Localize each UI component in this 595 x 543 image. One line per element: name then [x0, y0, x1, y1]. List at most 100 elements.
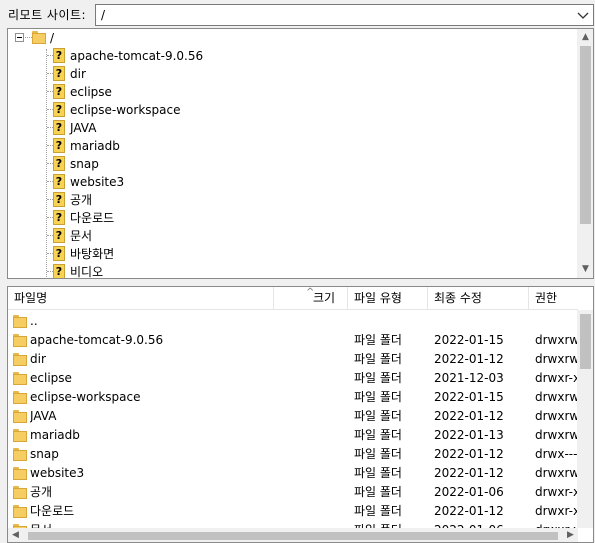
file-row[interactable]: JAVA 파일 폴더 2022-01-12 drwxrwx	[8, 407, 578, 426]
scroll-thumb[interactable]	[580, 46, 591, 224]
tree-item-label[interactable]: eclipse-workspace	[70, 101, 180, 119]
file-row[interactable]: 다운로드 파일 폴더 2022-01-12 drwxr-x	[8, 502, 578, 521]
remote-path-value[interactable]: /	[101, 5, 105, 25]
scroll-thumb[interactable]	[580, 314, 591, 369]
file-permissions: drwxr-x	[535, 504, 577, 518]
column-header-filename[interactable]: 파일명	[8, 287, 273, 310]
file-row[interactable]: eclipse 파일 폴더 2021-12-03 drwxr-x	[8, 369, 578, 388]
tree-item[interactable]: ? website3	[8, 173, 578, 191]
unknown-status-icon: ?	[53, 120, 65, 135]
file-name: dir	[30, 352, 46, 366]
file-permissions: drwx---	[535, 447, 577, 461]
tree-item-label[interactable]: JAVA	[70, 119, 96, 137]
folder-icon	[32, 31, 46, 44]
file-permissions: drwxrwx	[535, 390, 577, 404]
file-type: 파일 폴더	[354, 428, 402, 442]
file-row[interactable]: snap 파일 폴더 2022-01-12 drwx---	[8, 445, 578, 464]
tree-item-label[interactable]: dir	[70, 65, 86, 83]
list-horizontal-scrollbar[interactable]: ◀ ▶	[8, 528, 578, 542]
tree-item[interactable]: ? snap	[8, 155, 578, 173]
tree-item-label[interactable]: snap	[70, 155, 99, 173]
folder-icon	[13, 353, 27, 366]
tree-item[interactable]: ? eclipse-workspace	[8, 101, 578, 119]
file-permissions: drwxr-x	[535, 371, 577, 385]
tree-item-label[interactable]: 다운로드	[70, 209, 114, 227]
file-modified: 2022-01-12	[434, 447, 504, 461]
remote-file-list[interactable]: 파일명 ^ 크기 파일 유형 최종 수정 권한 .. apache-tomcat…	[7, 286, 594, 543]
tree-item-label[interactable]: 바탕화면	[70, 245, 114, 263]
list-vertical-scrollbar[interactable]	[577, 310, 593, 528]
folder-icon	[13, 429, 27, 442]
file-modified: 2022-01-12	[434, 466, 504, 480]
scroll-up-icon[interactable]: ▲	[577, 29, 593, 46]
file-row[interactable]: apache-tomcat-9.0.56 파일 폴더 2022-01-15 drwxr…	[8, 331, 578, 350]
file-row[interactable]: eclipse-workspace 파일 폴더 2022-01-15 drwxrwx	[8, 388, 578, 407]
scroll-down-icon[interactable]: ▼	[577, 261, 593, 278]
unknown-status-icon: ?	[53, 174, 65, 189]
unknown-status-icon: ?	[53, 246, 65, 261]
tree-item[interactable]: ? 비디오	[8, 263, 578, 278]
folder-icon	[13, 448, 27, 461]
tree-item[interactable]: ? 바탕화면	[8, 245, 578, 263]
column-divider[interactable]	[273, 287, 274, 310]
remote-path-combobox[interactable]: /	[95, 4, 594, 26]
unknown-status-icon: ?	[53, 66, 65, 81]
file-name: 다운로드	[30, 504, 75, 518]
scroll-left-icon[interactable]: ◀	[8, 528, 23, 542]
column-header-type[interactable]: 파일 유형	[348, 287, 428, 310]
remote-site-bar: 리모트 사이트: /	[0, 0, 595, 30]
tree-item-label[interactable]: 공개	[70, 191, 92, 209]
tree-item[interactable]: ? 문서	[8, 227, 578, 245]
file-name: eclipse-workspace	[30, 390, 141, 404]
tree-item-label[interactable]: mariadb	[70, 137, 120, 155]
collapse-toggle-icon[interactable]	[15, 33, 24, 42]
file-permissions: drwxr-x	[535, 485, 577, 499]
unknown-status-icon: ?	[53, 228, 65, 243]
folder-icon	[13, 467, 27, 480]
file-list-header: 파일명 ^ 크기 파일 유형 최종 수정 권한	[8, 287, 578, 310]
file-type: 파일 폴더	[354, 447, 402, 461]
file-row[interactable]: mariadb 파일 폴더 2022-01-13 drwxrwx	[8, 426, 578, 445]
file-modified: 2022-01-15	[434, 390, 504, 404]
tree-item-label[interactable]: apache-tomcat-9.0.56	[70, 47, 203, 65]
unknown-status-icon: ?	[53, 192, 65, 207]
tree-item-label[interactable]: 비디오	[70, 263, 103, 278]
file-modified: 2022-01-12	[434, 352, 504, 366]
tree-item-label[interactable]: website3	[70, 173, 124, 191]
parent-directory-row[interactable]: ..	[8, 312, 578, 331]
file-name: website3	[30, 466, 85, 480]
column-header-permissions[interactable]: 권한	[529, 287, 579, 310]
column-header-modified[interactable]: 최종 수정	[428, 287, 528, 310]
tree-item[interactable]: ? apache-tomcat-9.0.56	[8, 47, 578, 65]
tree-item[interactable]: ? JAVA	[8, 119, 578, 137]
file-row[interactable]: website3 파일 폴더 2022-01-12 drwxrwx	[8, 464, 578, 483]
remote-directory-tree[interactable]: / ? apache-tomcat-9.0.56? dir? eclipse? ecli…	[7, 28, 594, 279]
tree-root-label[interactable]: /	[50, 29, 54, 47]
parent-directory-label: ..	[30, 314, 38, 328]
file-name: JAVA	[30, 409, 57, 423]
file-row[interactable]: dir 파일 폴더 2022-01-12 drwxrwx	[8, 350, 578, 369]
tree-vertical-scrollbar[interactable]: ▲ ▼	[577, 29, 593, 278]
tree-item[interactable]: ? mariadb	[8, 137, 578, 155]
folder-icon	[13, 410, 27, 423]
unknown-status-icon: ?	[53, 138, 65, 153]
file-row[interactable]: 공개 파일 폴더 2022-01-06 drwxr-x	[8, 483, 578, 502]
file-name: apache-tomcat-9.0.56	[30, 333, 164, 347]
file-modified: 2022-01-13	[434, 428, 504, 442]
unknown-status-icon: ?	[53, 84, 65, 99]
file-modified: 2022-01-12	[434, 504, 504, 518]
tree-item[interactable]: ? dir	[8, 65, 578, 83]
tree-item[interactable]: ? eclipse	[8, 83, 578, 101]
tree-item-label[interactable]: 문서	[70, 227, 92, 245]
chevron-down-icon[interactable]	[575, 7, 591, 23]
scroll-thumb[interactable]	[28, 532, 558, 540]
unknown-status-icon: ?	[53, 48, 65, 63]
tree-item[interactable]: ? 다운로드	[8, 209, 578, 227]
column-header-size[interactable]: 크기	[313, 287, 348, 310]
tree-item[interactable]: ? 공개	[8, 191, 578, 209]
file-modified: 2021-12-03	[434, 371, 504, 385]
scroll-right-icon[interactable]: ▶	[563, 528, 578, 542]
tree-root-row[interactable]: /	[8, 29, 578, 47]
tree-item-label[interactable]: eclipse	[70, 83, 112, 101]
file-permissions: drwxrwx	[535, 352, 577, 366]
